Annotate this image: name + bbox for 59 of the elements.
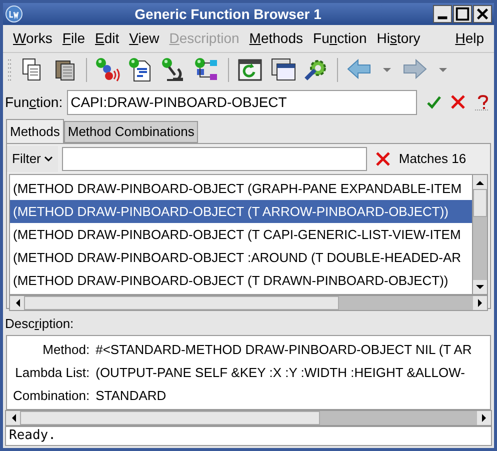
- dropdown-caret-icon[interactable]: [438, 66, 448, 74]
- tab[interactable]: Method Combinations: [64, 121, 198, 143]
- method-list-item[interactable]: (METHOD DRAW-PINBOARD-OBJECT (GRAPH-PANE EXPANDABLE-ITEM: [10, 177, 472, 200]
- horizontal-scrollbar[interactable]: [9, 295, 488, 311]
- match-count: Matches 16: [398, 150, 466, 168]
- vertical-scrollbar[interactable]: [472, 175, 487, 294]
- method-list-item[interactable]: (METHOD DRAW-PINBOARD-OBJECT (T CAPI-GENERIC-LIST-VIEW-ITEM: [10, 223, 472, 246]
- menu-item[interactable]: Edit: [91, 28, 124, 49]
- scroll-down-icon[interactable]: [476, 284, 484, 290]
- function-field[interactable]: CAPI:DRAW-PINBOARD-OBJECT: [66, 90, 417, 114]
- scroll-left-icon[interactable]: [14, 299, 20, 307]
- wrench-gear-icon[interactable]: [303, 57, 329, 83]
- menu-item[interactable]: Function: [309, 28, 371, 49]
- close-icon[interactable]: [448, 94, 467, 110]
- hierarchy-icon[interactable]: [194, 57, 220, 83]
- filter-field[interactable]: [62, 147, 367, 171]
- caret-icon: [44, 156, 53, 162]
- menu-item[interactable]: Help: [451, 28, 488, 49]
- method-list-item[interactable]: (METHOD DRAW-PINBOARD-OBJECT (T ARROW-PINBOARD-OBJECT)): [10, 200, 472, 223]
- field-label: Combination:: [12, 387, 90, 405]
- function-label: Function:: [5, 92, 63, 112]
- scroll-left-icon[interactable]: [10, 414, 16, 422]
- field-label: Lambda List:: [14, 364, 90, 382]
- ball-sound-icon[interactable]: [95, 57, 121, 83]
- menu-item[interactable]: View: [125, 28, 164, 49]
- menu-item[interactable]: History: [372, 28, 424, 49]
- scroll-right-icon[interactable]: [478, 299, 482, 307]
- menu-item[interactable]: Works: [9, 28, 56, 49]
- scroll-right-icon[interactable]: [482, 414, 486, 422]
- refresh-window-icon[interactable]: [237, 57, 263, 83]
- method-list-item[interactable]: (METHOD DRAW-PINBOARD-OBJECT (T DRAWN-PINBOARD-OBJECT)): [10, 269, 472, 292]
- windows-icon[interactable]: [270, 57, 296, 83]
- scroll-thumb[interactable]: [24, 296, 339, 310]
- help-icon[interactable]: [474, 94, 491, 110]
- description-label: Description:: [5, 315, 74, 334]
- scroll-up-icon[interactable]: [476, 180, 484, 184]
- menu-item[interactable]: Methods: [245, 28, 308, 49]
- scroll-thumb[interactable]: [473, 189, 487, 217]
- filter-button[interactable]: Filter: [7, 146, 58, 172]
- field-value: (OUTPUT-PANE SELF &KEY :X :Y :WIDTH :HEIGHT &ALLOW-: [96, 364, 466, 382]
- field-label: Method:: [42, 341, 90, 359]
- menu-item[interactable]: File: [58, 28, 89, 49]
- scroll-thumb[interactable]: [20, 411, 320, 425]
- clear-icon[interactable]: [374, 151, 391, 167]
- minimize-button[interactable]: [433, 5, 452, 23]
- window-title: Generic Function Browser 1: [134, 4, 322, 24]
- minimize-icon: [438, 16, 448, 20]
- field-value: #<STANDARD-METHOD DRAW-PINBOARD-OBJECT NIL (T AR: [96, 341, 473, 359]
- toolbar-grip: [7, 58, 13, 82]
- app-logo-icon: [5, 5, 23, 23]
- maximize-button[interactable]: [453, 5, 472, 23]
- method-list-item[interactable]: (METHOD DRAW-PINBOARD-OBJECT :AROUND (T DOUBLE-HEADED-AR: [10, 246, 472, 269]
- tab[interactable]: Methods: [6, 119, 64, 143]
- close-button[interactable]: [473, 5, 492, 23]
- horizontal-scrollbar[interactable]: [5, 410, 492, 426]
- checkmark-icon[interactable]: [424, 94, 443, 110]
- field-value: STANDARD: [96, 387, 168, 405]
- status-text: Ready.: [9, 427, 56, 446]
- dropdown-caret-icon[interactable]: [382, 66, 392, 74]
